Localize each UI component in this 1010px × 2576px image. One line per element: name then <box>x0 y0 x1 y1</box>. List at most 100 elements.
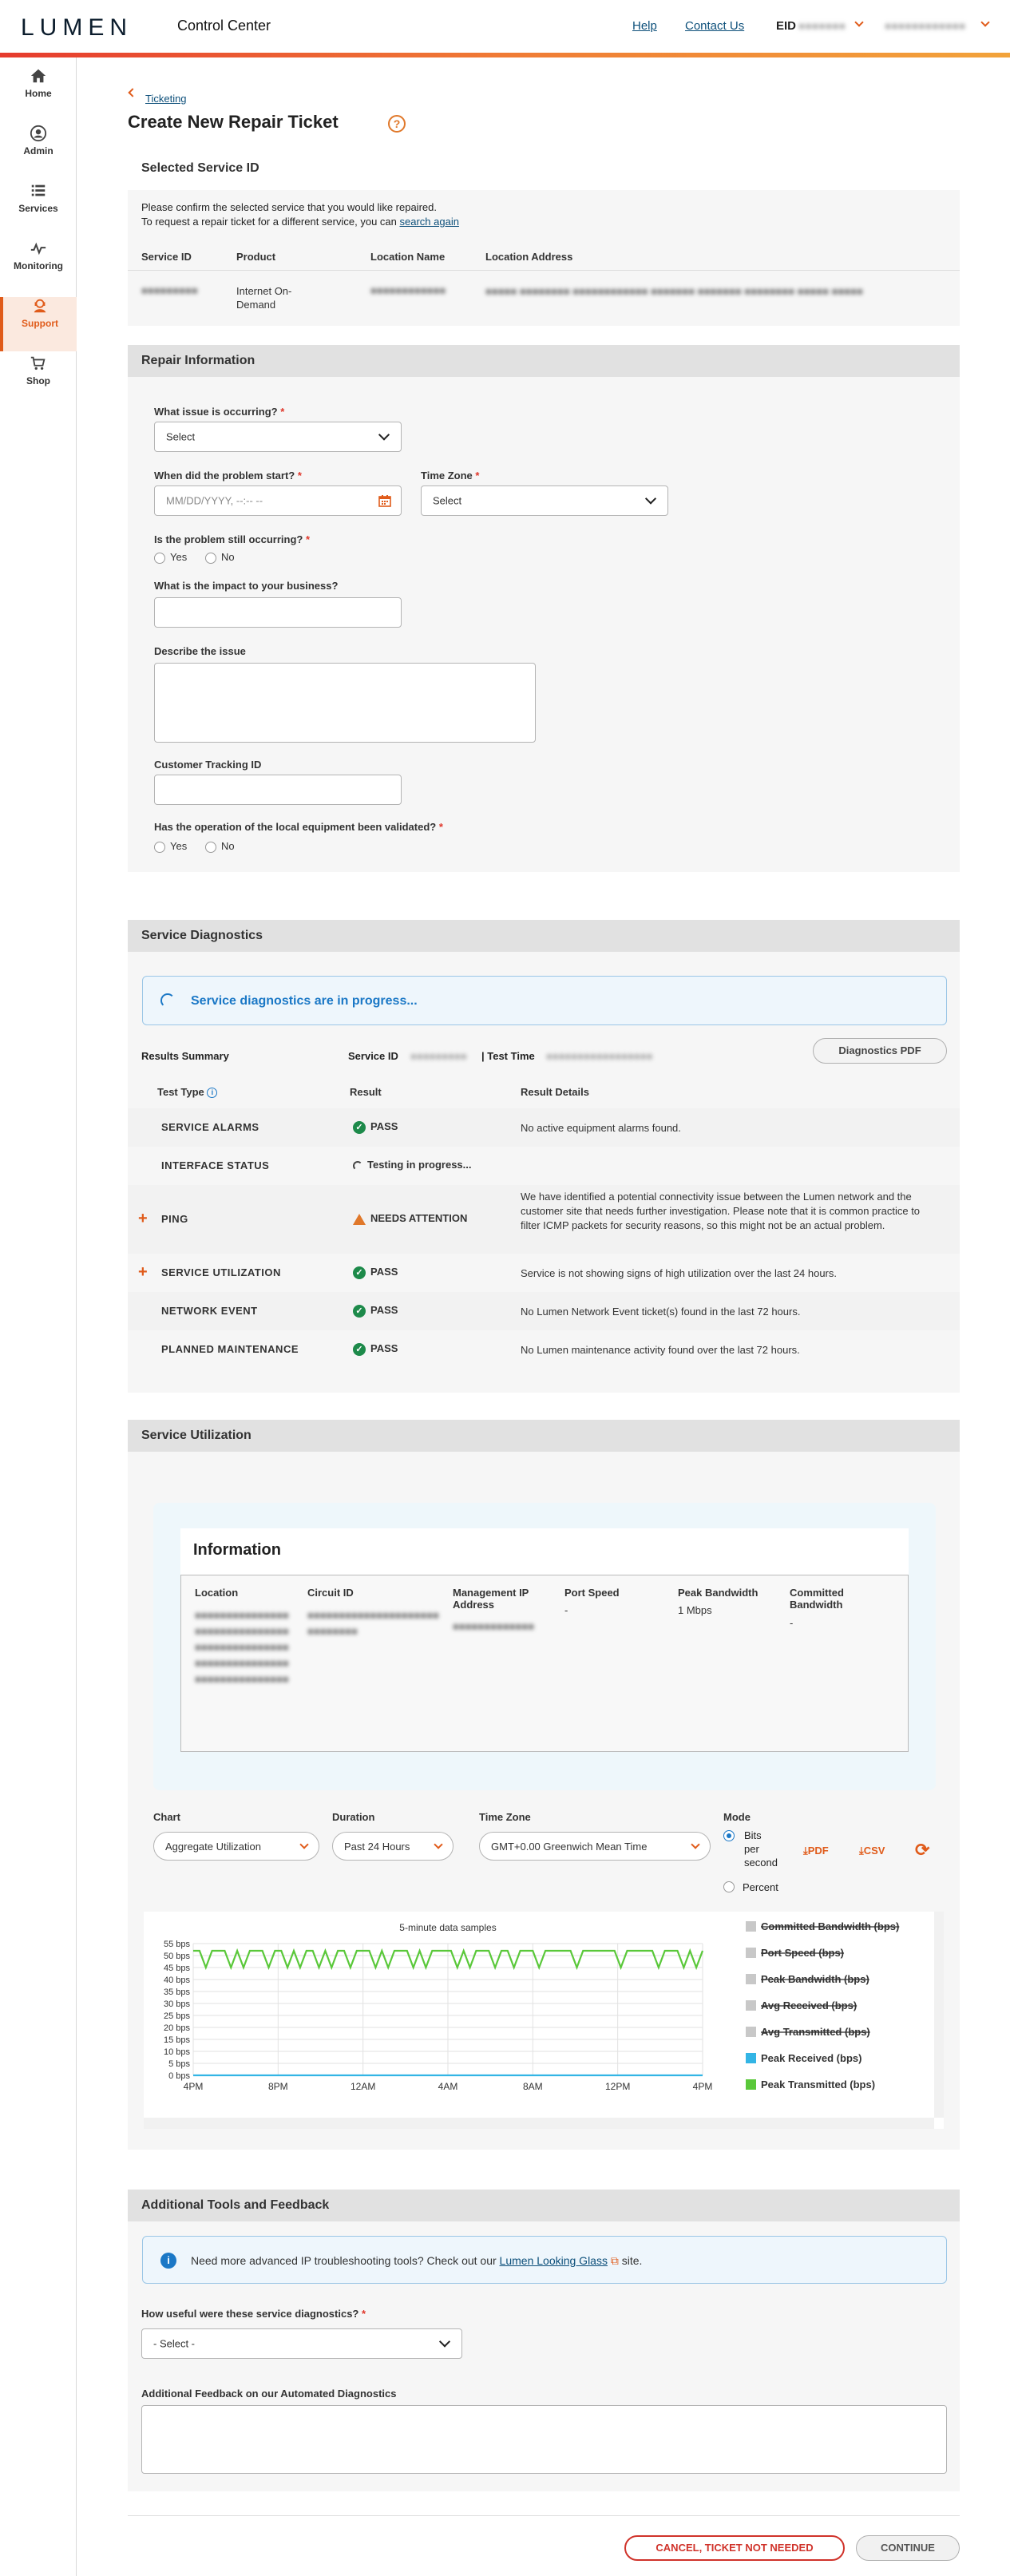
user-name[interactable]: ●●●●●●●●●●●● <box>885 19 965 32</box>
table-row: NETWORK EVENT ✓ PASS No Lumen Network Event… <box>128 1292 960 1330</box>
spinner-icon <box>353 1160 362 1171</box>
expand-plus-icon[interactable]: + <box>138 1263 148 1282</box>
info-icon[interactable]: i <box>207 1088 218 1099</box>
chart-select[interactable]: Aggregate Utilization <box>153 1832 319 1861</box>
table-row[interactable]: + SERVICE UTILIZATION ✓ PASS Service is not … <box>128 1254 960 1292</box>
info-icon: i <box>160 2253 176 2269</box>
validated-label: Has the operation of the local equipment… <box>154 821 443 833</box>
test-result: ✓ PASS <box>353 1304 398 1318</box>
timezone-label-text: Time Zone <box>421 470 473 482</box>
help-question-icon[interactable]: ? <box>388 115 406 133</box>
eid-value[interactable]: ●●●●●●● <box>798 19 846 32</box>
mode-percent-radio[interactable] <box>723 1881 735 1892</box>
sidebar-item-monitoring[interactable]: Monitoring <box>0 240 77 294</box>
tracking-id-input[interactable] <box>154 775 402 805</box>
diag-service-id-label: Service ID <box>348 1050 398 1062</box>
continue-button[interactable]: CONTINUE <box>856 2535 960 2561</box>
check-circle-icon: ✓ <box>353 1266 366 1279</box>
duration-label: Duration <box>332 1811 375 1823</box>
external-link-icon[interactable]: ⧉ <box>608 2254 619 2267</box>
required-mark: * <box>297 470 302 482</box>
start-datetime-input[interactable]: MM/DD/YYYY, --:-- -- <box>154 485 402 516</box>
contact-us-link[interactable]: Contact Us <box>685 19 744 33</box>
chart-select-value: Aggregate Utilization <box>165 1841 261 1853</box>
search-again-link[interactable]: search again <box>400 216 459 228</box>
legend-item: Peak Transmitted (bps) <box>761 2079 875 2091</box>
mode-bits-radio[interactable] <box>723 1830 735 1841</box>
tools-info-banner: i Need more advanced IP troubleshooting … <box>142 2236 947 2284</box>
chart-timezone-value: GMT+0.00 Greenwich Mean Time <box>491 1841 648 1853</box>
y-tick-label: 0 bps <box>168 2071 190 2081</box>
test-details: No active equipment alarms found. <box>521 1122 681 1134</box>
test-time-label: | Test Time <box>481 1050 535 1062</box>
spinner-icon <box>160 993 175 1008</box>
diagnostics-progress-text: Service diagnostics are in progress... <box>191 994 418 1008</box>
test-time-value: ●●●●●●●●●●●●●●●●● <box>546 1050 653 1062</box>
sidebar-item-support[interactable]: Support <box>0 297 77 351</box>
still-occurring-yes-radio[interactable]: Yes <box>154 551 187 564</box>
back-chevron-icon[interactable] <box>128 88 137 97</box>
vertical-scrollbar[interactable] <box>934 1912 944 2118</box>
describe-textarea[interactable] <box>154 663 536 743</box>
looking-glass-link[interactable]: Lumen Looking Glass <box>500 2254 608 2267</box>
radio-circle[interactable] <box>154 552 165 564</box>
mode-bits-label: Bits per second <box>744 1829 778 1869</box>
selected-service-line2-text: To request a repair ticket for a differe… <box>141 216 397 228</box>
radio-circle[interactable] <box>205 552 216 564</box>
issue-select[interactable]: Select <box>154 422 402 452</box>
test-result: Testing in progress... <box>353 1159 472 1171</box>
repair-info-heading-bar: Repair Information <box>128 345 960 377</box>
calendar-icon[interactable] <box>378 494 391 507</box>
sidebar-item-admin[interactable]: Admin <box>0 125 77 179</box>
useful-label-text: How useful were these service diagnostic… <box>141 2308 359 2320</box>
eid-chevron-down-icon[interactable] <box>854 18 864 27</box>
radio-circle[interactable] <box>154 841 165 853</box>
chevron-down-icon <box>438 2336 451 2348</box>
export-csv-label: CSV <box>863 1845 885 1857</box>
horizontal-scrollbar[interactable] <box>144 2118 934 2129</box>
refresh-icon[interactable]: ⟳ <box>915 1840 929 1861</box>
repair-info-panel: What issue is occurring? * Select When d… <box>128 377 960 872</box>
help-link[interactable]: Help <box>632 19 657 33</box>
additional-feedback-textarea[interactable] <box>141 2405 947 2474</box>
impact-label: What is the impact to your business? <box>154 580 339 592</box>
chart-timezone-select[interactable]: GMT+0.00 Greenwich Mean Time <box>479 1832 711 1861</box>
cancel-ticket-button[interactable]: CANCEL, TICKET NOT NEEDED <box>624 2535 845 2561</box>
breadcrumb-ticketing[interactable]: Ticketing <box>145 93 187 105</box>
required-mark: * <box>475 470 480 482</box>
diagnostics-pdf-button[interactable]: Diagnostics PDF <box>813 1038 947 1064</box>
divider <box>128 270 960 271</box>
issue-select-value: Select <box>166 430 196 443</box>
sidebar-item-services[interactable]: Services <box>0 182 77 236</box>
export-csv-button[interactable]: ⤓CSV <box>859 1845 885 1857</box>
product-value: Internet On-Demand <box>236 285 292 311</box>
sidebar-item-home[interactable]: Home <box>0 67 77 121</box>
y-tick-label: 30 bps <box>164 1999 191 2009</box>
expand-plus-icon[interactable]: + <box>138 1210 148 1228</box>
required-mark: * <box>362 2308 366 2320</box>
radio-dot <box>727 1833 731 1838</box>
col-product: Product <box>236 251 276 263</box>
legend-swatch <box>746 1948 756 1958</box>
radio-circle[interactable] <box>205 841 216 853</box>
check-circle-icon: ✓ <box>353 1304 366 1318</box>
useful-select[interactable]: - Select - <box>141 2328 462 2359</box>
sidebar-item-shop[interactable]: Shop <box>0 355 77 409</box>
validated-no-radio[interactable]: No <box>205 840 235 853</box>
chevron-down-icon <box>378 429 390 441</box>
still-occurring-no-radio[interactable]: No <box>205 551 235 564</box>
y-tick-label: 55 bps <box>164 1940 191 1949</box>
utilization-heading-bar: Service Utilization <box>128 1420 960 1452</box>
cart-icon <box>30 356 46 371</box>
validated-yes-radio[interactable]: Yes <box>154 840 187 853</box>
test-type: NETWORK EVENT <box>161 1305 258 1317</box>
y-tick-label: 45 bps <box>164 1964 191 1973</box>
test-details: No Lumen Network Event ticket(s) found i… <box>521 1306 801 1318</box>
timezone-select[interactable]: Select <box>421 485 668 516</box>
impact-input[interactable] <box>154 597 402 628</box>
duration-select[interactable]: Past 24 Hours <box>332 1832 454 1861</box>
user-chevron-down-icon[interactable] <box>980 18 990 27</box>
table-row[interactable]: + PING NEEDS ATTENTION We have identified a… <box>128 1185 960 1254</box>
export-pdf-button[interactable]: ⤓PDF <box>803 1845 829 1857</box>
lumen-logo[interactable]: LUMEN <box>21 14 133 42</box>
